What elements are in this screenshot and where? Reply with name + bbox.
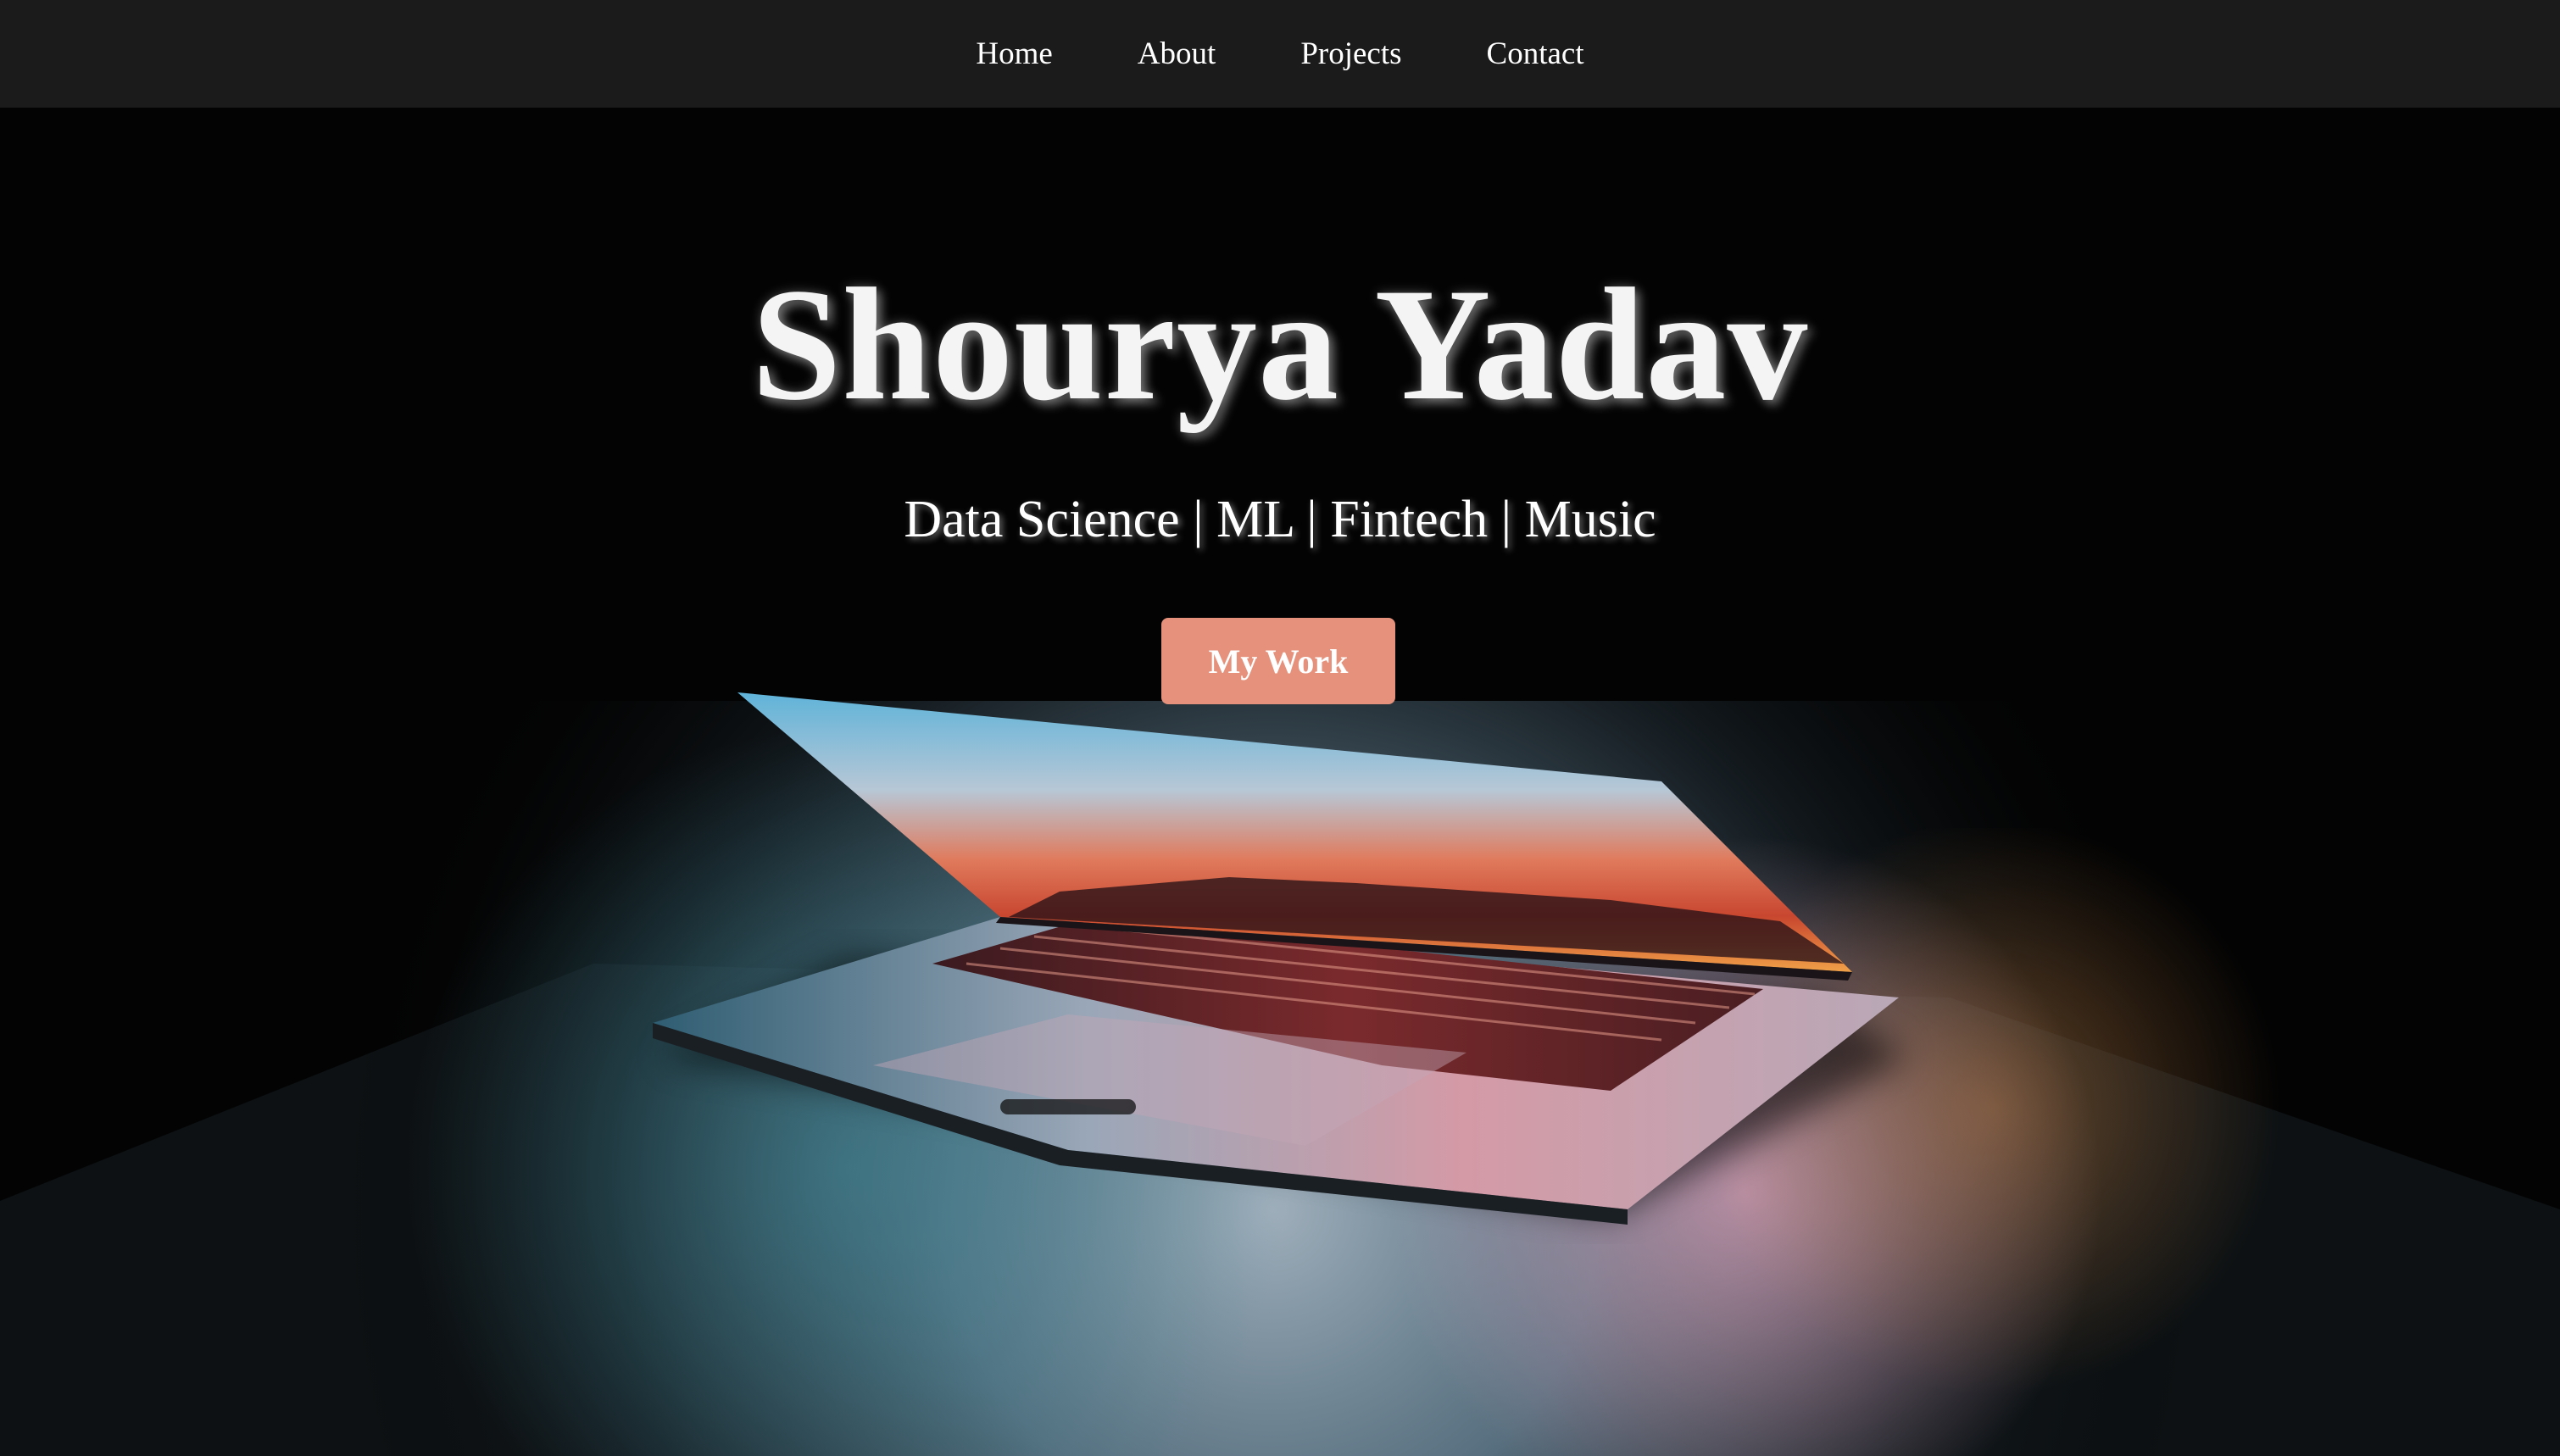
hero-section: Shourya Yadav Data Science | ML | Fintec… [0,108,2560,1456]
top-navbar: Home About Projects Contact [0,0,2560,108]
hero-title: Shourya Yadav [751,256,1809,434]
nav-links: Home About Projects Contact [0,0,2560,108]
nav-link-home[interactable]: Home [976,38,1052,69]
nav-link-about[interactable]: About [1138,38,1216,69]
nav-link-contact[interactable]: Contact [1487,38,1584,69]
hero-subtitle: Data Science | ML | Fintech | Music [904,491,1656,548]
page: Home About Projects Contact Shourya Yada… [0,0,2560,1456]
nav-link-projects[interactable]: Projects [1300,38,1401,69]
my-work-button[interactable]: My Work [1161,618,1395,704]
